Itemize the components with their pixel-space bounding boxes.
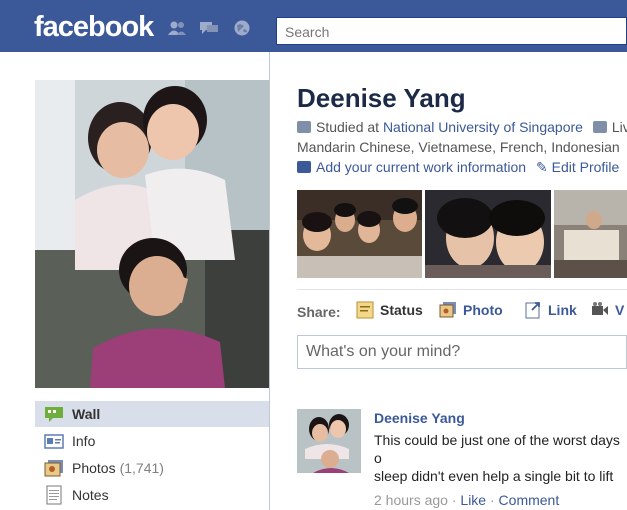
wall-icon — [45, 407, 63, 422]
share-label: Share: — [297, 304, 341, 320]
home-icon — [592, 121, 607, 133]
recent-photo-3[interactable] — [554, 190, 627, 278]
photo-icon — [439, 302, 456, 318]
meta-dot: · — [486, 492, 499, 508]
recent-photo-1[interactable] — [297, 190, 422, 278]
share-photo-tab[interactable]: Photo — [439, 301, 503, 319]
share-video-tab[interactable]: V — [591, 301, 624, 319]
share-status-tab[interactable]: Status — [356, 301, 423, 319]
education-icon — [297, 121, 311, 133]
profile-picture[interactable] — [35, 80, 269, 388]
story-meta: 2 hours ago · Like · Comment — [374, 492, 559, 508]
column-divider — [269, 52, 270, 510]
sidebar-item-label: Photos — [72, 460, 116, 476]
status-icon — [356, 301, 374, 319]
sidebar-item-label: Info — [72, 433, 96, 449]
search-input[interactable]: Search — [276, 17, 627, 45]
story-author-name[interactable]: Deenise Yang — [374, 410, 465, 426]
separator — [297, 289, 627, 290]
messages-icon[interactable] — [199, 20, 219, 36]
story-author-avatar[interactable] — [297, 409, 361, 473]
sidebar-item-wall[interactable]: Wall — [35, 401, 269, 427]
link-icon — [525, 302, 540, 319]
edit-profile-link[interactable]: Edit Profile — [552, 159, 620, 175]
friend-requests-icon[interactable] — [167, 20, 187, 36]
work-line: Add your current work information ✎ Edit… — [297, 159, 619, 176]
status-composer-input[interactable]: What's on your mind? — [297, 335, 627, 369]
languages-text: Mandarin Chinese, Vietnamese, French, In… — [297, 139, 620, 155]
recent-photo-2[interactable] — [425, 190, 551, 278]
pencil-icon: ✎ — [535, 159, 548, 175]
video-icon — [592, 302, 608, 315]
story-text: This could be just one of the worst days… — [374, 432, 620, 487]
studied-prefix: Studied at — [316, 119, 383, 135]
languages-line: Mandarin Chinese, Vietnamese, French, In… — [297, 139, 627, 155]
sidebar-item-label: Notes — [72, 487, 109, 503]
education-line: Studied at National University of Singap… — [297, 119, 627, 135]
comment-link[interactable]: Comment — [499, 492, 560, 508]
notifications-icon[interactable] — [232, 20, 252, 36]
share-video-label: V — [615, 302, 625, 318]
meta-dot: · — [447, 492, 461, 508]
briefcase-icon — [297, 161, 311, 173]
photos-count: (1,741) — [119, 460, 164, 476]
profile-name: Deenise Yang — [297, 83, 466, 113]
sidebar-item-photos[interactable]: Photos (1,741) — [35, 455, 269, 481]
photos-icon — [44, 460, 63, 477]
add-work-link[interactable]: Add your current work information — [316, 159, 526, 175]
share-status-label: Status — [380, 302, 423, 318]
sidebar-item-label: Wall — [72, 406, 101, 422]
sidebar-item-notes[interactable]: Notes — [35, 482, 269, 508]
like-link[interactable]: Like — [460, 492, 486, 508]
notes-icon — [46, 485, 62, 505]
facebook-logo[interactable]: facebook — [34, 11, 154, 44]
top-bar: facebook Search — [0, 0, 627, 52]
share-link-tab[interactable]: Link — [524, 301, 577, 319]
story-timestamp[interactable]: 2 hours ago — [374, 492, 448, 508]
share-photo-label: Photo — [463, 302, 503, 318]
sidebar-item-info[interactable]: Info — [35, 428, 269, 454]
lives-text: Live — [611, 119, 627, 135]
info-icon — [44, 434, 64, 449]
share-link-label: Link — [548, 302, 577, 318]
school-link[interactable]: National University of Singapore — [383, 119, 583, 135]
